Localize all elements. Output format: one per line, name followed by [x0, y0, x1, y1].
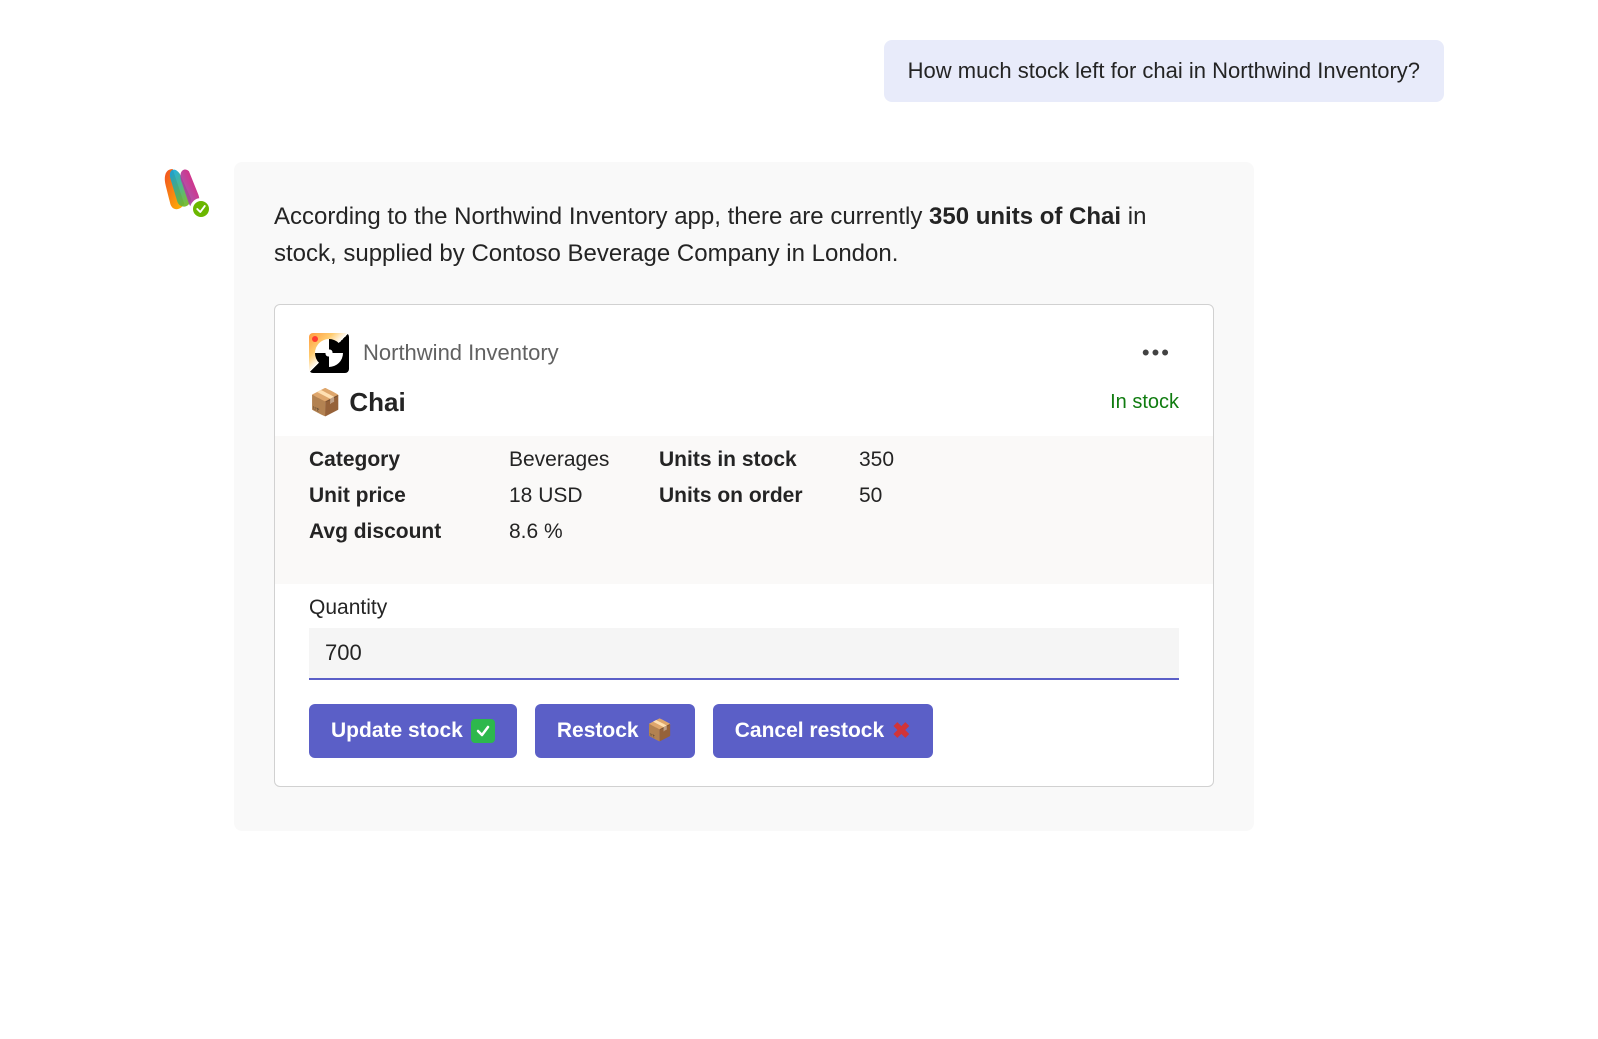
cancel-restock-button[interactable]: Cancel restock ✖: [713, 704, 933, 758]
package-icon: 📦: [309, 387, 341, 418]
fact-value-units-on-order: 50: [859, 484, 979, 508]
product-title: 📦 Chai: [309, 387, 406, 418]
user-message-bubble: How much stock left for chai in Northwin…: [884, 40, 1444, 102]
northwind-app-icon: [309, 333, 349, 373]
user-message-text: How much stock left for chai in Northwin…: [908, 58, 1420, 83]
fact-label-category: Category: [309, 448, 509, 472]
fact-value-unit-price: 18 USD: [509, 484, 659, 508]
update-stock-button[interactable]: Update stock: [309, 704, 517, 758]
facts-grid: Category Beverages Units in stock 350 Un…: [275, 436, 1213, 584]
fact-value-avg-discount: 8.6 %: [509, 520, 659, 544]
assistant-response-text: According to the Northwind Inventory app…: [274, 198, 1214, 272]
x-icon: ✖: [892, 718, 910, 744]
card-more-button[interactable]: •••: [1134, 336, 1179, 370]
fact-label-units-on-order: Units on order: [659, 484, 859, 508]
cancel-restock-label: Cancel restock: [735, 719, 884, 743]
quantity-label: Quantity: [309, 596, 1179, 620]
card-app-name: Northwind Inventory: [363, 340, 1120, 366]
copilot-avatar: [154, 162, 210, 218]
adaptive-card: Northwind Inventory ••• 📦 Chai In stock …: [274, 304, 1214, 787]
quantity-input[interactable]: [309, 628, 1179, 680]
restock-label: Restock: [557, 719, 639, 743]
package-icon: 📦: [647, 719, 673, 743]
fact-value-units-in-stock: 350: [859, 448, 979, 472]
status-badge: In stock: [1110, 391, 1179, 414]
product-name: Chai: [349, 387, 405, 418]
assistant-message-bubble: According to the Northwind Inventory app…: [234, 162, 1254, 831]
restock-button[interactable]: Restock 📦: [535, 704, 695, 758]
fact-value-category: Beverages: [509, 448, 659, 472]
presence-available-icon: [190, 198, 212, 220]
check-icon: [471, 719, 495, 743]
fact-label-avg-discount: Avg discount: [309, 520, 509, 544]
update-stock-label: Update stock: [331, 719, 463, 743]
fact-label-unit-price: Unit price: [309, 484, 509, 508]
fact-label-units-in-stock: Units in stock: [659, 448, 859, 472]
